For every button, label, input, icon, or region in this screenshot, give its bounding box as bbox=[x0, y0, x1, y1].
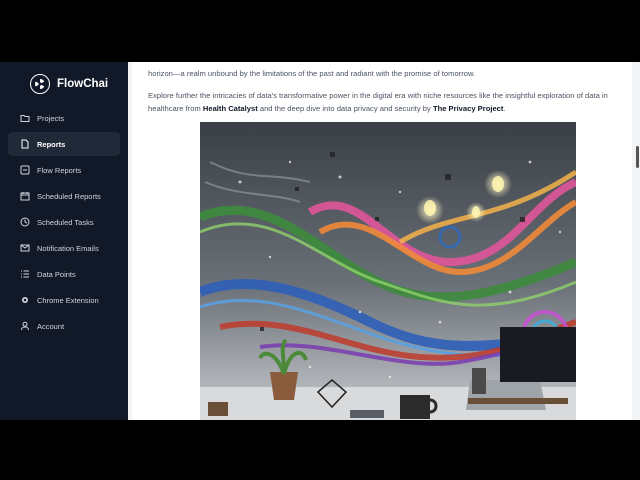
sidebar-item-label: Scheduled Reports bbox=[37, 191, 101, 201]
scrollbar[interactable] bbox=[632, 62, 640, 420]
scrollbar-thumb[interactable] bbox=[636, 146, 639, 168]
report-content: horizon—a realm unbound by the limitatio… bbox=[132, 62, 632, 420]
brand[interactable]: FlowChai bbox=[30, 73, 108, 95]
link-privacy-project[interactable]: The Privacy Project bbox=[433, 104, 504, 113]
sidebar-item-label: Reports bbox=[37, 139, 66, 149]
paragraph-intro: horizon—a realm unbound by the limitatio… bbox=[148, 69, 476, 78]
sidebar-item-label: Flow Reports bbox=[37, 165, 82, 175]
sidebar: FlowChai Projects Reports Flow Reports S… bbox=[0, 62, 128, 420]
user-icon bbox=[20, 321, 30, 331]
sidebar-item-label: Projects bbox=[37, 113, 65, 123]
sidebar-item-projects[interactable]: Projects bbox=[8, 106, 120, 130]
app-name: FlowChai bbox=[57, 78, 109, 90]
main-area: horizon—a realm unbound by the limitatio… bbox=[128, 62, 640, 420]
sidebar-item-label: Notification Emails bbox=[37, 243, 99, 253]
flow-icon bbox=[20, 165, 30, 175]
sidebar-item-account[interactable]: Account bbox=[8, 314, 120, 338]
sidebar-nav: Projects Reports Flow Reports Scheduled … bbox=[8, 106, 120, 340]
link-health-catalyst[interactable]: Health Catalyst bbox=[203, 104, 258, 113]
list-icon bbox=[20, 269, 30, 279]
calendar-icon bbox=[20, 191, 30, 201]
sidebar-item-label: Scheduled Tasks bbox=[37, 217, 94, 227]
file-icon bbox=[20, 139, 30, 149]
clock-icon bbox=[20, 217, 30, 227]
chrome-icon bbox=[20, 295, 30, 305]
sidebar-item-flow-reports[interactable]: Flow Reports bbox=[8, 158, 120, 182]
paragraph-text: . bbox=[503, 104, 506, 113]
mail-icon bbox=[20, 243, 30, 253]
paragraph-text: and the deep dive into data privacy and … bbox=[257, 104, 433, 113]
report-illustration bbox=[198, 122, 578, 420]
sidebar-item-data-points[interactable]: Data Points bbox=[8, 262, 120, 286]
sidebar-item-chrome-extension[interactable]: Chrome Extension bbox=[8, 288, 120, 312]
app-window: FlowChai Projects Reports Flow Reports S… bbox=[0, 62, 640, 420]
flowchai-logo-icon bbox=[30, 74, 50, 94]
sidebar-item-label: Account bbox=[37, 321, 65, 331]
folder-icon bbox=[20, 113, 30, 123]
sidebar-item-label: Chrome Extension bbox=[37, 295, 99, 305]
sidebar-item-scheduled-reports[interactable]: Scheduled Reports bbox=[8, 184, 120, 208]
sidebar-item-notification-emails[interactable]: Notification Emails bbox=[8, 236, 120, 260]
sidebar-item-label: Data Points bbox=[37, 269, 76, 279]
sidebar-item-scheduled-tasks[interactable]: Scheduled Tasks bbox=[8, 210, 120, 234]
paragraph-resources: Explore further the intricacies of data'… bbox=[148, 89, 622, 115]
sidebar-item-reports[interactable]: Reports bbox=[8, 132, 120, 156]
